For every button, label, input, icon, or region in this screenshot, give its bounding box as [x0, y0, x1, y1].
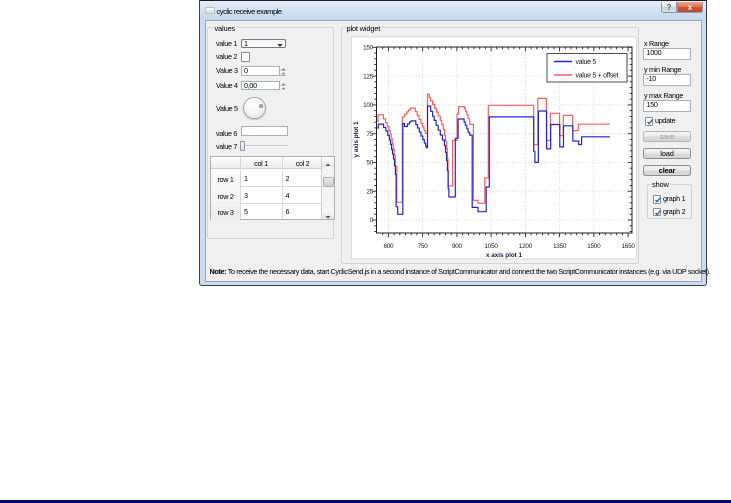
- svg-text:100: 100: [363, 102, 374, 109]
- svg-text:900: 900: [452, 243, 463, 250]
- svg-text:x axis plot 1: x axis plot 1: [486, 252, 523, 259]
- svg-text:75: 75: [366, 130, 373, 137]
- svg-text:y axis plot 1: y axis plot 1: [353, 120, 360, 157]
- svg-text:750: 750: [418, 243, 429, 250]
- svg-text:600: 600: [383, 243, 394, 250]
- svg-text:1500: 1500: [587, 243, 601, 250]
- svg-text:value 5: value 5: [576, 59, 597, 66]
- svg-text:50: 50: [366, 159, 373, 166]
- svg-text:150: 150: [363, 44, 374, 51]
- svg-text:1650: 1650: [621, 243, 635, 250]
- svg-text:125: 125: [363, 73, 374, 80]
- svg-text:1350: 1350: [553, 243, 567, 250]
- svg-text:1200: 1200: [519, 243, 533, 250]
- svg-text:value 5 + offset: value 5 + offset: [576, 72, 619, 79]
- svg-text:25: 25: [366, 188, 373, 195]
- svg-text:1050: 1050: [484, 243, 498, 250]
